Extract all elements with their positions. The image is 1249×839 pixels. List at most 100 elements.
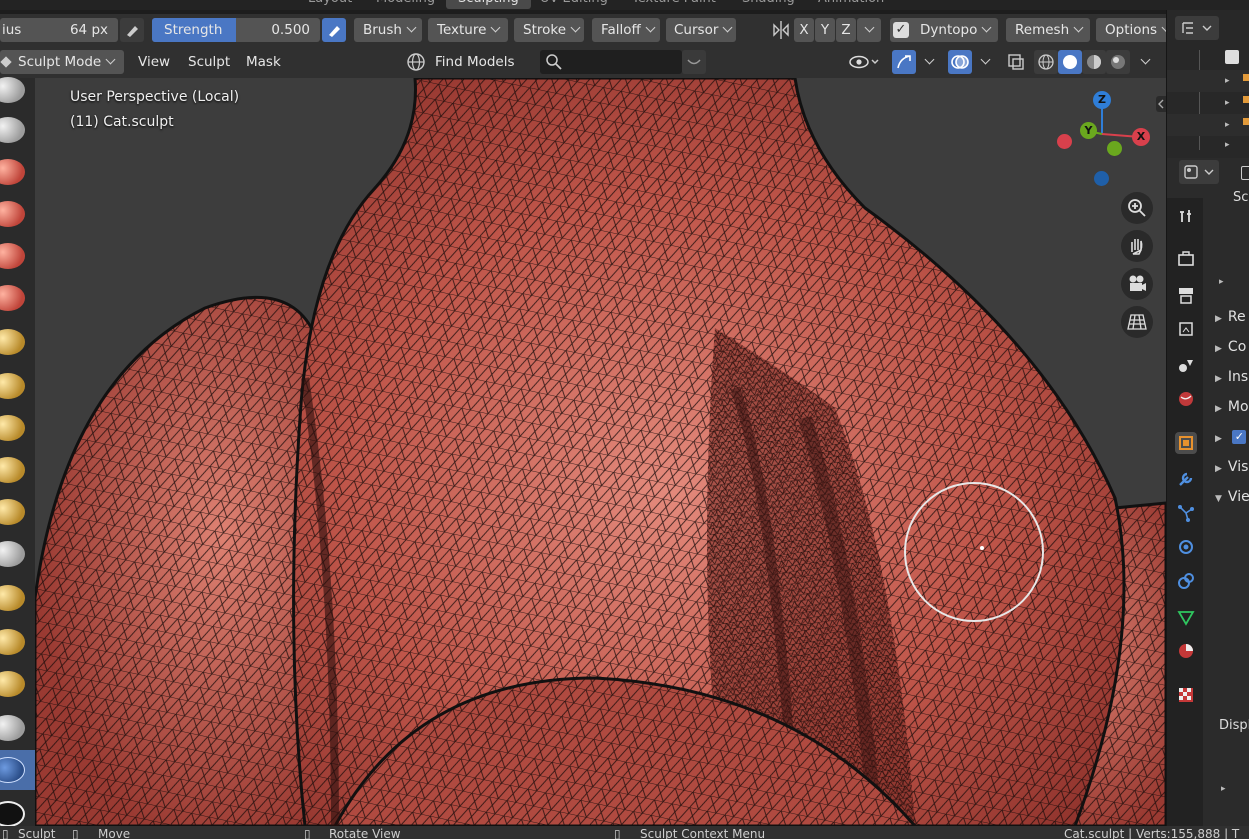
shading-solid-icon[interactable] xyxy=(1058,50,1082,74)
tab-sculpting[interactable]: Sculpting xyxy=(446,0,531,9)
mirror-z-toggle[interactable]: Z xyxy=(836,18,856,42)
constraints-properties-icon[interactable] xyxy=(1175,570,1197,592)
particles-properties-icon[interactable] xyxy=(1175,502,1197,524)
tool-clay-icon[interactable] xyxy=(0,152,30,192)
shading-rendered-icon[interactable] xyxy=(1106,50,1130,74)
cursor-menu[interactable]: Cursor xyxy=(666,18,736,42)
tab-animation[interactable]: Animation xyxy=(818,0,884,9)
texture-properties-icon[interactable] xyxy=(1175,684,1197,706)
tool-inflate-icon[interactable] xyxy=(0,278,30,318)
mirror-y-toggle[interactable]: Y xyxy=(815,18,835,42)
gizmo-neg-y[interactable] xyxy=(1107,141,1122,156)
visibility-eye-icon[interactable] xyxy=(846,50,882,74)
outliner-checkbox[interactable] xyxy=(1225,50,1239,64)
menu-sculpt[interactable]: Sculpt xyxy=(182,50,234,74)
gizmo-dropdown[interactable] xyxy=(918,50,938,74)
panel-viewport-display[interactable]: ▼ Vie xyxy=(1205,484,1249,510)
gizmo-toggle-icon[interactable] xyxy=(892,50,916,74)
tool-layer-icon[interactable] xyxy=(0,236,30,276)
dyntopo-menu[interactable]: ✓ Dyntopo xyxy=(890,18,998,42)
xray-toggle-icon[interactable] xyxy=(1004,50,1028,74)
falloff-menu[interactable]: Falloff xyxy=(592,18,660,42)
sidebar-toggle-icon[interactable] xyxy=(1156,96,1166,112)
tool-flatten-icon[interactable] xyxy=(0,450,30,490)
search-input[interactable] xyxy=(540,50,682,74)
panel-collections[interactable]: ▶ Co xyxy=(1205,334,1249,360)
brush-menu[interactable]: Brush xyxy=(354,18,422,42)
panel-collapsed-stub[interactable]: ▸ xyxy=(1203,270,1249,296)
tool-scrape-icon[interactable] xyxy=(0,534,30,574)
object-properties-icon[interactable] xyxy=(1175,432,1197,454)
tab-modeling[interactable]: Modeling xyxy=(376,0,435,9)
gizmo-y-axis[interactable]: Y xyxy=(1080,122,1097,139)
tab-shading[interactable]: Shading xyxy=(742,0,795,9)
overlays-toggle-icon[interactable] xyxy=(948,50,972,74)
tool-clay-strips-icon[interactable] xyxy=(0,194,30,234)
physics-properties-icon[interactable] xyxy=(1175,536,1197,558)
strength-pressure-icon[interactable] xyxy=(322,18,346,42)
pin-icon[interactable] xyxy=(1241,166,1249,180)
tab-texture-paint[interactable]: Texture Paint xyxy=(632,0,716,9)
tool-pinch-icon[interactable] xyxy=(0,578,30,618)
tool-grab-icon[interactable] xyxy=(0,622,30,662)
motion-blur-checkbox[interactable]: ✓ xyxy=(1232,430,1247,444)
navigation-gizmo[interactable]: Z Y X xyxy=(1050,90,1150,190)
properties-editor-type[interactable] xyxy=(1179,160,1219,184)
menu-view[interactable]: View xyxy=(132,50,174,74)
texture-menu[interactable]: Texture xyxy=(428,18,508,42)
radius-field[interactable]: ius 64 px xyxy=(0,18,118,42)
remesh-menu[interactable]: Remesh xyxy=(1006,18,1090,42)
panel-relations[interactable]: ▶ Re xyxy=(1205,304,1249,330)
zoom-icon[interactable] xyxy=(1121,192,1153,224)
panel-motion-paths[interactable]: ▶ Mo xyxy=(1205,394,1249,420)
outliner-row[interactable] xyxy=(1167,70,1249,92)
gizmo-z-axis[interactable]: Z xyxy=(1093,91,1111,109)
panel-instancing[interactable]: ▶ Ins xyxy=(1205,364,1249,390)
gizmo-neg-x[interactable] xyxy=(1057,134,1072,149)
gizmo-neg-z[interactable] xyxy=(1094,171,1109,186)
shading-material-icon[interactable] xyxy=(1082,50,1106,74)
view-layer-properties-icon[interactable] xyxy=(1175,318,1197,340)
tab-uv-editing[interactable]: UV Editing xyxy=(540,0,608,9)
tool-fill-icon[interactable] xyxy=(0,492,30,532)
radius-pressure-icon[interactable] xyxy=(120,18,144,42)
tab-layout[interactable]: Layout xyxy=(308,0,352,9)
options-menu[interactable]: Options xyxy=(1096,18,1172,42)
render-properties-icon[interactable] xyxy=(1175,248,1197,270)
panel-motion-blur[interactable]: ▶ ✓ xyxy=(1205,424,1249,450)
shading-wireframe-icon[interactable] xyxy=(1034,50,1058,74)
pan-hand-icon[interactable] xyxy=(1121,230,1153,262)
tool-blob-icon[interactable] xyxy=(0,322,30,362)
dyntopo-checkbox[interactable]: ✓ xyxy=(893,22,909,38)
tool-mask-icon[interactable] xyxy=(0,708,30,748)
panel-visibility[interactable]: ▶ Vis xyxy=(1205,454,1249,480)
panel-collapsed-arrow[interactable]: ▸ xyxy=(1221,784,1226,794)
material-properties-icon[interactable] xyxy=(1175,640,1197,662)
strength-slider[interactable]: Strength 0.500 xyxy=(152,18,320,42)
tool-draw-sharp-icon[interactable] xyxy=(0,110,30,150)
gizmo-x-axis[interactable]: X xyxy=(1132,128,1150,146)
tool-properties-icon[interactable] xyxy=(1175,204,1197,226)
tool-smooth-icon[interactable] xyxy=(0,408,30,448)
tool-snake-hook-icon[interactable] xyxy=(0,664,30,704)
tool-crease-icon[interactable] xyxy=(0,366,30,406)
scene-properties-icon[interactable] xyxy=(1175,354,1197,376)
menu-mask[interactable]: Mask xyxy=(240,50,290,74)
stroke-menu[interactable]: Stroke xyxy=(514,18,584,42)
outliner-row[interactable] xyxy=(1167,114,1249,136)
output-properties-icon[interactable] xyxy=(1175,284,1197,306)
perspective-grid-icon[interactable] xyxy=(1121,306,1153,338)
world-properties-icon[interactable] xyxy=(1175,388,1197,410)
search-clear-icon[interactable] xyxy=(682,50,706,74)
outliner-display-mode[interactable] xyxy=(1175,16,1219,40)
3d-viewport[interactable]: User Perspective (Local) (11) Cat.sculpt… xyxy=(35,78,1166,826)
mirror-x-toggle[interactable]: X xyxy=(794,18,814,42)
tool-draw-icon[interactable] xyxy=(0,70,30,110)
shading-dropdown[interactable] xyxy=(1134,50,1156,74)
modifier-properties-icon[interactable] xyxy=(1175,468,1197,490)
mirror-options-dropdown[interactable] xyxy=(857,18,881,42)
camera-icon[interactable] xyxy=(1121,268,1153,300)
tool-simplify-icon[interactable] xyxy=(0,750,35,790)
data-properties-icon[interactable] xyxy=(1175,606,1197,628)
overlays-dropdown[interactable] xyxy=(974,50,994,74)
